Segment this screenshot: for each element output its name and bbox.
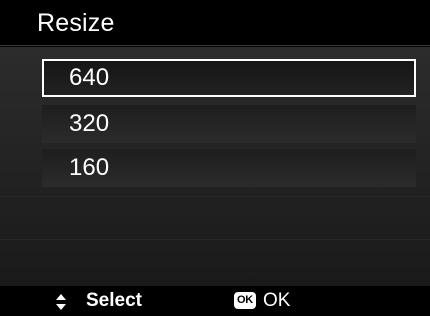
menu-item-label: 320 [69,110,110,137]
page-title: Resize [37,9,115,37]
footer-bar: Select OK OK [0,286,430,316]
menu-item-label: 640 [69,64,110,91]
menu-divider [0,239,430,240]
select-hint-label: Select [86,290,142,311]
title-bar: Resize [0,0,430,46]
menu-item-640[interactable]: 640 [42,59,416,97]
menu-item-320[interactable]: 320 [42,105,416,143]
ok-button-icon: OK [234,292,256,309]
menu-item-160[interactable]: 160 [42,149,416,187]
ok-hint-label: OK [263,290,291,311]
menu-item-label: 160 [69,154,110,181]
menu-divider [0,196,430,197]
up-down-arrows-icon [56,294,66,310]
resize-menu-screen: Resize 640 320 160 Select OK OK [0,0,430,316]
